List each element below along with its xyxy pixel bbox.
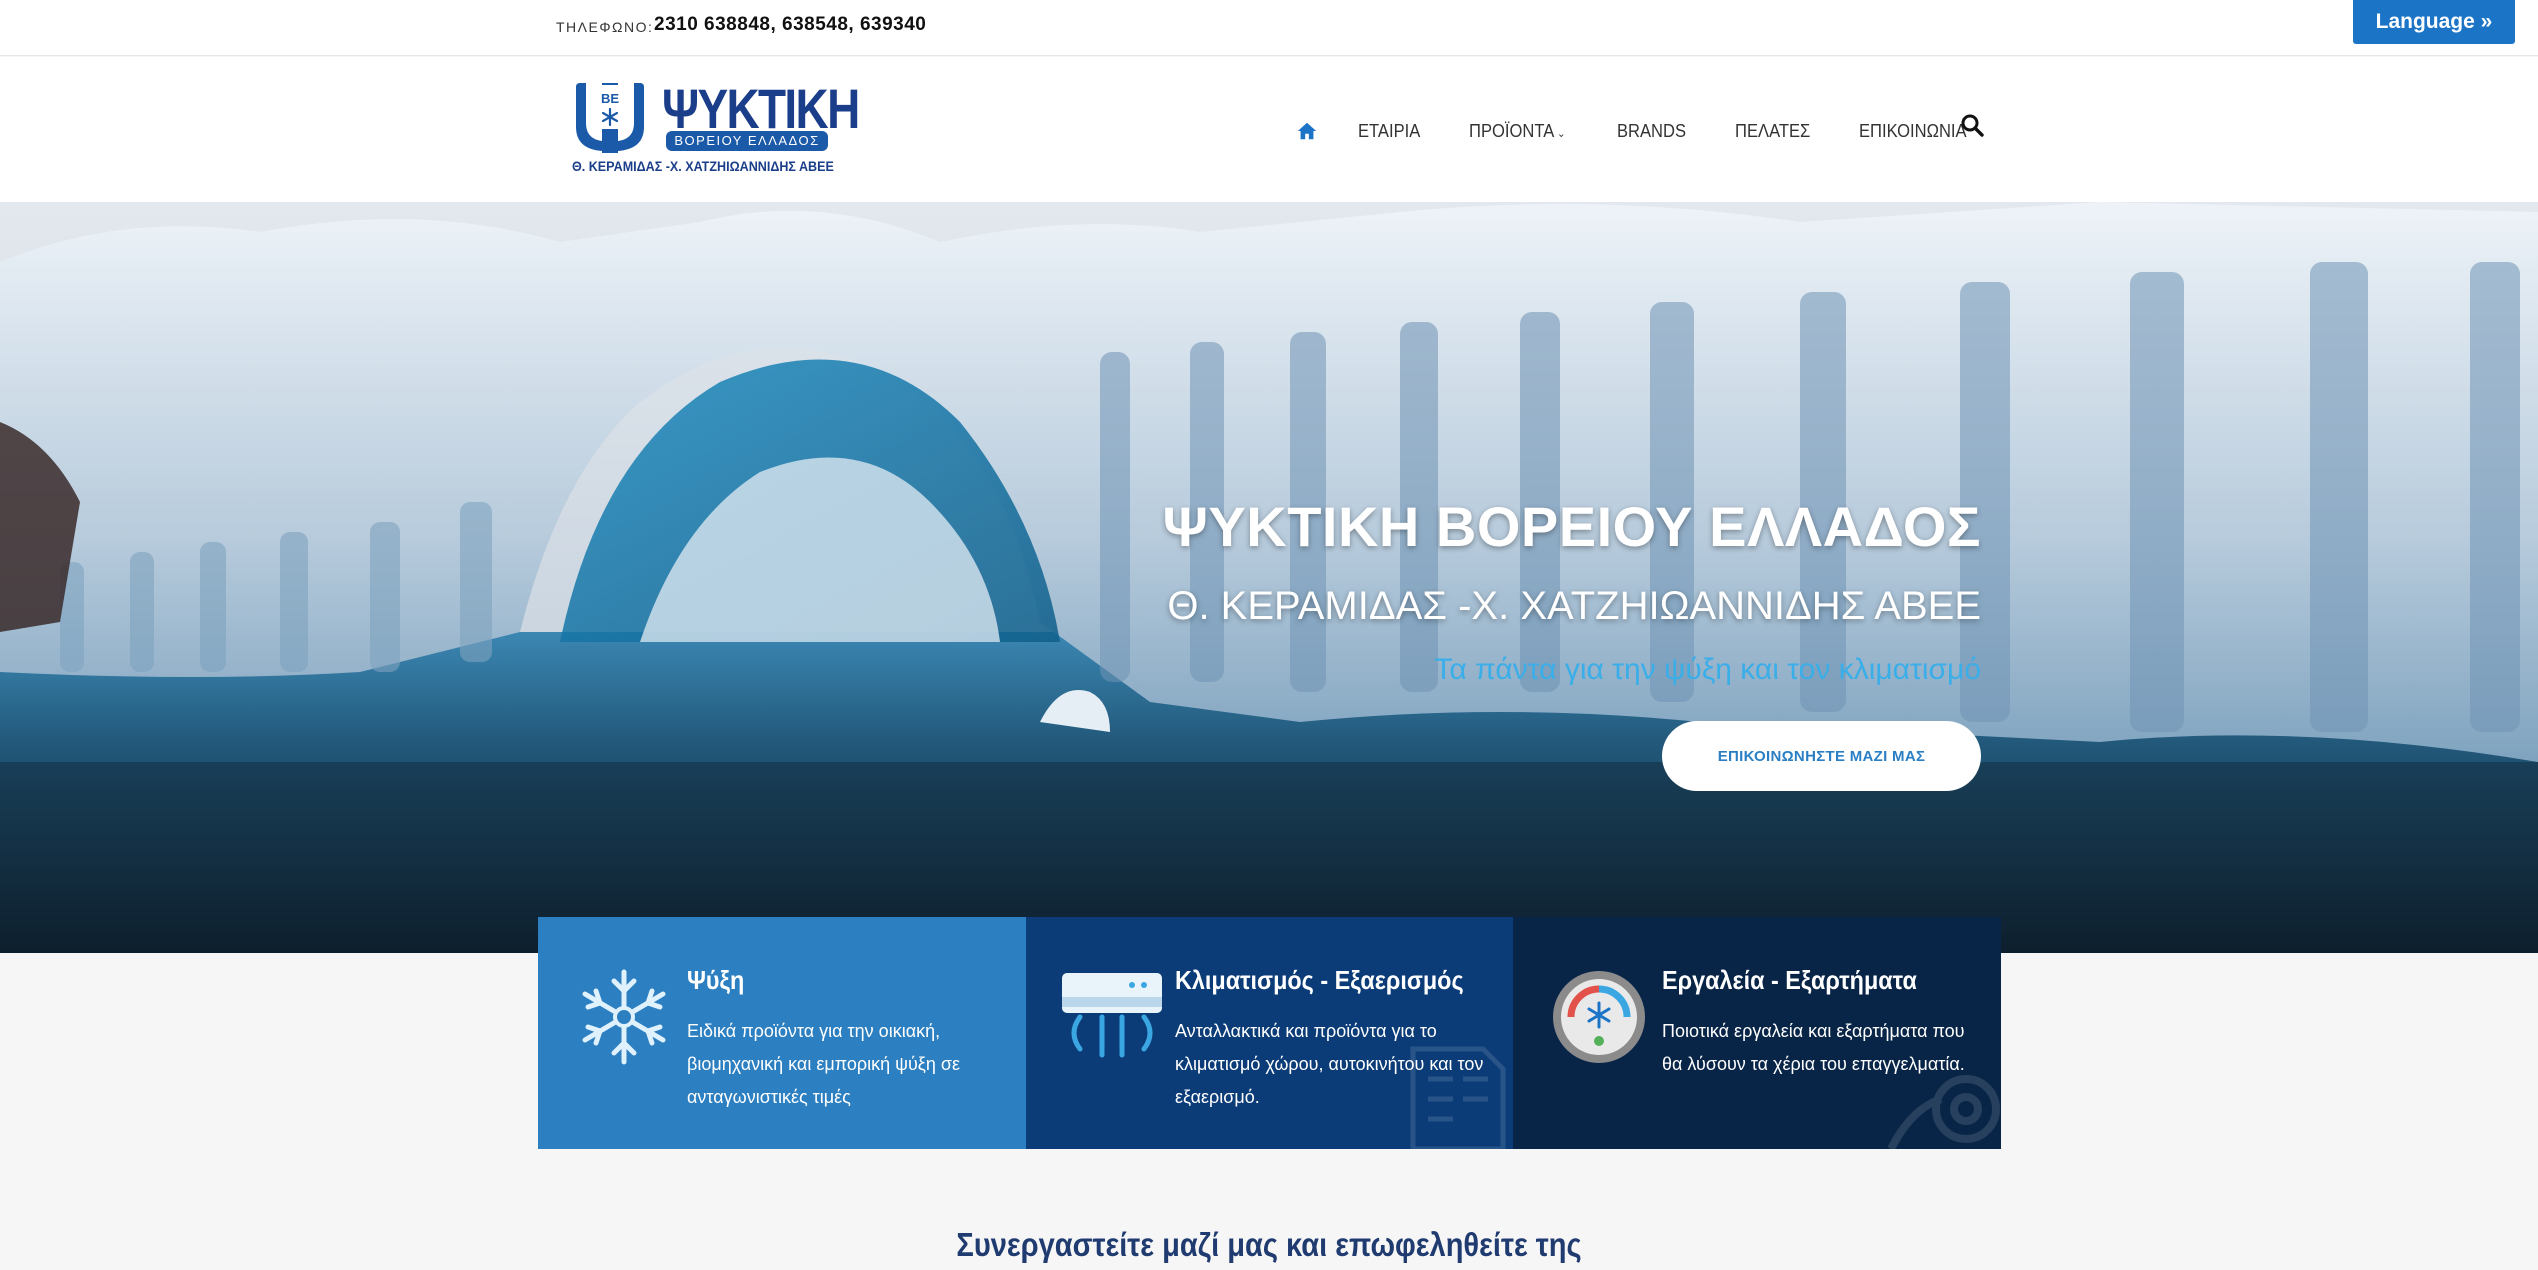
feature-boxes: Ψύξη Ειδικά προϊόντα για την οικιακή, βι… bbox=[538, 917, 2001, 1149]
hero-tagline: Τα πάντα για την ψύξη και τον κλιματισμό bbox=[1434, 653, 1981, 686]
site-header: ΒΕ ΨΥΚΤΙΚΗ ΒΟΡΕΙΟΥ ΕΛΛΑΔΟΣ Θ. ΚΕΡΑΜΙΔΑΣ … bbox=[0, 57, 2538, 202]
contact-us-button[interactable]: ΕΠΙΚΟΙΝΩΝΗΣΤΕ ΜΑΖΙ ΜΑΣ bbox=[1662, 721, 1981, 791]
feature-title: Ψύξη bbox=[687, 965, 745, 995]
feature-description: Ειδικά προϊόντα για την οικιακή, βιομηχα… bbox=[687, 1021, 961, 1107]
nav-item-company[interactable]: ΕΤΑΙΡΙΑ bbox=[1358, 121, 1420, 142]
feature-refrigeration[interactable]: Ψύξη Ειδικά προϊόντα για την οικιακή, βι… bbox=[538, 917, 1026, 1149]
iceberg-background-image bbox=[0, 202, 2538, 953]
nav-item-clients[interactable]: ΠΕΛΑΤΕΣ bbox=[1735, 121, 1810, 142]
feature-title: Κλιματισμός - Εξαερισμός bbox=[1175, 965, 1464, 995]
chevron-down-icon: ⌄ bbox=[1556, 127, 1566, 140]
hero-banner: ΨΥΚΤΙΚΗ ΒΟΡΕΙΟΥ ΕΛΛΑΔΟΣ Θ. ΚΕΡΑΜΙΔΑΣ -Χ.… bbox=[0, 202, 2538, 953]
logo-mark-icon: ΒΕ bbox=[576, 83, 644, 153]
feature-description: Ποιοτικά εργαλεία και εξαρτήματα που θα … bbox=[1662, 1021, 1965, 1074]
feature-description: Ανταλλακτικά και προϊόντα για το κλιματι… bbox=[1175, 1021, 1484, 1107]
phone-label: ΤΗΛΕΦΩΝΟ: bbox=[556, 19, 654, 35]
snowflake-icon bbox=[582, 969, 666, 1065]
feature-tools[interactable]: Εργαλεία - Εξαρτήματα Ποιοτικά εργαλεία … bbox=[1513, 917, 2001, 1149]
section-heading: Συνεργαστείτε μαζί μας και επωφεληθείτε … bbox=[956, 1226, 1582, 1263]
main-nav: ΕΤΑΙΡΙΑ ΠΡΟΪΟΝΤΑ ⌄ BRANDS ΠΕΛΑΤΕΣ ΕΠΙΚΟΙΝ… bbox=[1296, 113, 2019, 149]
thermostat-icon bbox=[1553, 971, 1645, 1063]
top-bar: ΤΗΛΕΦΩΝΟ: 2310 638848, 638548, 639340 La… bbox=[0, 0, 2538, 56]
hero-title: ΨΥΚΤΙΚΗ ΒΟΡΕΙΟΥ ΕΛΛΑΔΟΣ bbox=[1162, 495, 1981, 558]
logo-subtitle: ΒΟΡΕΙΟΥ ΕΛΛΑΔΟΣ bbox=[666, 131, 828, 151]
nav-item-products[interactable]: ΠΡΟΪΟΝΤΑ ⌄ bbox=[1469, 121, 1565, 142]
logo-brand: ΨΥΚΤΙΚΗ bbox=[662, 77, 860, 140]
site-logo[interactable]: ΒΕ ΨΥΚΤΙΚΗ ΒΟΡΕΙΟΥ ΕΛΛΑΔΟΣ Θ. ΚΕΡΑΜΙΔΑΣ … bbox=[572, 81, 860, 179]
nav-item-contact[interactable]: ΕΠΙΚΟΙΝΩΝΙΑ bbox=[1859, 121, 1967, 142]
phone-number[interactable]: 2310 638848, 638548, 639340 bbox=[654, 14, 926, 36]
feature-air-conditioning[interactable]: Κλιματισμός - Εξαερισμός Ανταλλακτικά κα… bbox=[1026, 917, 1513, 1149]
feature-title: Εργαλεία - Εξαρτήματα bbox=[1662, 965, 1917, 995]
hero-subtitle: Θ. ΚΕΡΑΜΙΔΑΣ -Χ. ΧΑΤΖΗΙΩΑΝΝΙΔΗΣ ΑΒΕΕ bbox=[1167, 584, 1981, 628]
language-button[interactable]: Language » bbox=[2353, 0, 2515, 44]
search-icon[interactable] bbox=[1960, 113, 1984, 137]
nav-item-brands[interactable]: BRANDS bbox=[1617, 121, 1686, 142]
logo-company-name: Θ. ΚΕΡΑΜΙΔΑΣ -Χ. ΧΑΤΖΗΙΩΑΝΝΙΔΗΣ ΑΒΕΕ bbox=[572, 159, 834, 174]
air-conditioner-icon bbox=[1062, 973, 1162, 1058]
home-icon[interactable] bbox=[1296, 120, 1318, 142]
logo-mark-text: ΒΕ bbox=[601, 91, 619, 106]
